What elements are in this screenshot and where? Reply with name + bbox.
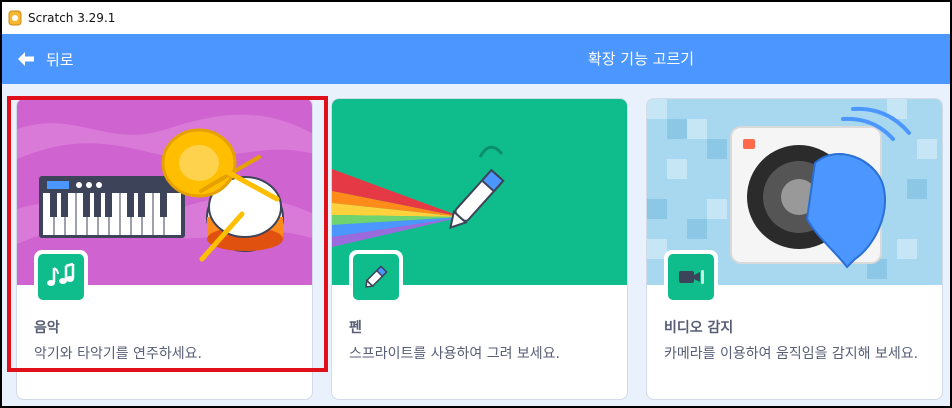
extension-card-music[interactable]: 음악 악기와 타악기를 연주하세요. [16,98,313,400]
scratch-app-icon [8,10,22,26]
extension-description: 카메라를 이용하여 움직임을 감지해 보세요. [664,346,919,362]
music-notes-icon [38,254,84,300]
extension-title: 펜 [349,320,362,336]
extension-title: 음악 [34,320,60,336]
music-extension-icon-frame [34,250,88,304]
app-window: Scratch 3.29.1 뒤로 확장 기능 고르기 음악 악기와 타악기를 … [2,2,950,406]
title-bar: Scratch 3.29.1 [2,2,950,34]
extension-description: 악기와 타악기를 연주하세요. [34,346,202,362]
video-camera-icon [668,254,714,300]
extension-card-video-sensing[interactable]: 비디오 감지 카메라를 이용하여 움직임을 감지해 보세요. [646,98,943,400]
menu-bar: 뒤로 확장 기능 고르기 [2,34,950,84]
extension-description: 스프라이트를 사용하여 그려 보세요. [349,346,560,362]
extension-card-pen[interactable]: 펜 스프라이트를 사용하여 그려 보세요. [331,98,628,400]
pen-extension-icon-frame [349,250,403,304]
video-extension-icon-frame [664,250,718,304]
page-title: 확장 기능 고르기 [587,50,695,68]
extension-title: 비디오 감지 [664,320,734,336]
pen-icon [353,254,399,300]
window-title: Scratch 3.29.1 [28,11,116,25]
